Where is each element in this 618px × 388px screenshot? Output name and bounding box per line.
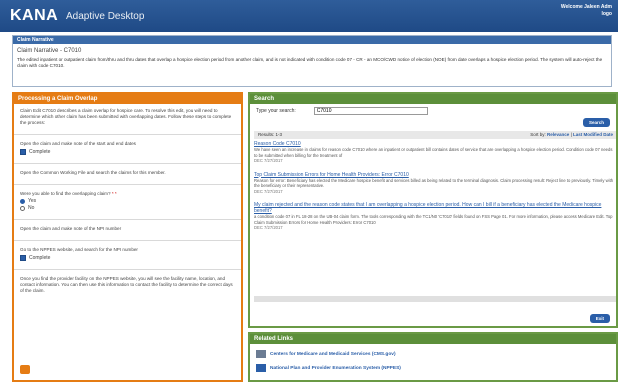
process-panel-heading: Processing a Claim Overlap [14, 94, 241, 104]
process-panel: Processing a Claim Overlap Claim Edit C7… [12, 92, 243, 382]
step-cwf: Open the Common Working File and search … [20, 170, 166, 175]
related-link-row: National Plan and Provider Enumeration S… [256, 364, 616, 372]
welcome-text: Welcome Jaleen Adm [560, 4, 612, 10]
checkbox-checked-icon [20, 149, 26, 155]
radio-yes-label: Yes [28, 198, 37, 204]
search-button[interactable]: Search [582, 118, 610, 127]
logout-link[interactable]: logo [561, 11, 612, 18]
radio-yes[interactable]: Yes [20, 198, 235, 204]
brand-subtitle: Adaptive Desktop [66, 11, 145, 22]
results-count: Results: 1-3 [258, 132, 283, 137]
radio-empty-icon [20, 205, 25, 211]
step1-complete-checkbox[interactable]: Complete [20, 149, 235, 155]
results-bar: Results: 1-3 Sort by: Relevance | Last M… [254, 131, 616, 139]
divider [14, 163, 241, 164]
radio-no-label: No [28, 205, 35, 211]
divider [14, 269, 241, 270]
step-overlap-question: Were you able to find the overlapping cl… [20, 191, 117, 196]
claim-narrative-title: Claim Narrative - C7010 [17, 48, 82, 54]
result-date: DEC 7/27/2017 [254, 225, 283, 230]
claim-narrative-heading: Claim Narrative [13, 36, 611, 44]
radio-selected-icon [20, 198, 25, 204]
result-date: DEC 7/27/2017 [254, 158, 283, 163]
sort-controls: Sort by: Relevance | Last Modified Date [530, 132, 613, 137]
search-panel-heading: Search [250, 94, 616, 104]
divider [14, 240, 241, 241]
result-description: a condition code 07 in FL 18-28 on the U… [254, 214, 613, 225]
checkbox-checked-icon [20, 255, 26, 261]
related-links-heading: Related Links [250, 334, 616, 344]
related-links-panel: Related Links Centers for Medicare and M… [248, 332, 618, 382]
claim-narrative-panel: Claim Narrative Claim Narrative - C7010 … [12, 35, 612, 87]
sort-relevance-link[interactable]: Relevance [547, 132, 569, 137]
divider [14, 219, 241, 220]
edit-note-icon[interactable] [20, 365, 30, 374]
step5-complete-checkbox[interactable]: Complete [20, 255, 235, 261]
result-link[interactable]: My claim rejected and the reason code st… [254, 202, 616, 214]
checkbox-label: Complete [29, 255, 51, 261]
search-panel: Search Type your search: Search Results:… [248, 92, 618, 328]
nppes-link[interactable]: National Plan and Provider Enumeration S… [270, 366, 401, 371]
result-item: My claim rejected and the reason code st… [254, 202, 616, 231]
related-link-row: Centers for Medicare and Medicaid Servic… [256, 350, 616, 358]
sort-last-modified-link[interactable]: Last Modified Date [573, 132, 613, 137]
step-npi: Open the claim and make note of the NPI … [20, 226, 122, 231]
page: KANA Adaptive Desktop Welcome Jaleen Adm… [0, 0, 618, 388]
brand-logo: KANA [10, 7, 59, 24]
step-nppes: Go to the NPPES website, and search for … [20, 247, 138, 252]
divider [14, 134, 241, 135]
app-header: KANA Adaptive Desktop Welcome Jaleen Adm… [0, 0, 618, 32]
result-description: We have seen an increase in claims for r… [254, 147, 613, 158]
exit-button[interactable]: Exit [589, 314, 610, 323]
result-item: Top Claim Submission Errors for Home Hea… [254, 172, 616, 195]
result-description: Reason for error: Beneficiary has electe… [254, 177, 614, 189]
claim-narrative-text: The edited inpatient or outpatient claim… [17, 57, 603, 68]
cms-logo-icon [256, 350, 266, 358]
step-open-claim: Open the claim and make note of the star… [20, 141, 136, 146]
process-intro: Claim Edit C7010 describes a claim overl… [20, 108, 232, 125]
radio-no[interactable]: No [20, 205, 235, 211]
search-label: Type your search: [256, 108, 296, 114]
checkbox-label: Complete [29, 149, 51, 155]
final-instructions: Once you find the provider facility on t… [20, 276, 233, 293]
divider [14, 184, 241, 185]
result-item: Reason Code C7010 We have seen an increa… [254, 141, 616, 164]
result-date: DEC 7/27/2017 [254, 188, 283, 194]
nppes-logo-icon [256, 364, 266, 372]
results-footer-strip [254, 296, 616, 302]
results-list: Reason Code C7010 We have seen an increa… [254, 141, 616, 239]
welcome-area: Welcome Jaleen Adm logo [561, 4, 612, 18]
search-input[interactable] [313, 107, 428, 115]
cms-link[interactable]: Centers for Medicare and Medicaid Servic… [270, 352, 396, 357]
